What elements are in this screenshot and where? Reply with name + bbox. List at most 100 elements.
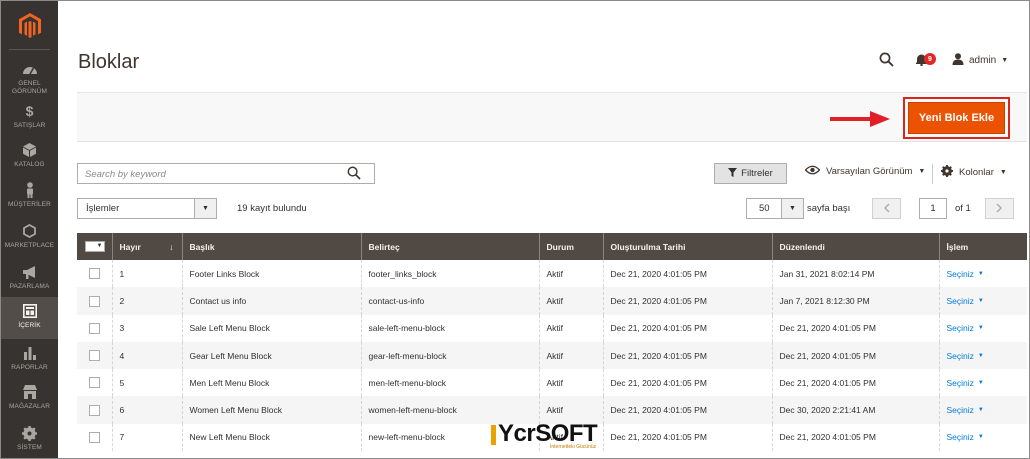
- row-checkbox[interactable]: [89, 295, 100, 307]
- cell-action[interactable]: Seçiniz ▼: [938, 314, 1027, 342]
- row-action-select[interactable]: Seçiniz ▼: [947, 323, 984, 333]
- watermark-tagline: İnternetteki Gücünüz: [550, 444, 597, 450]
- row-checkbox[interactable]: [89, 350, 100, 362]
- row-action-select[interactable]: Seçiniz ▼: [947, 351, 984, 361]
- cell-id: 1: [111, 260, 182, 288]
- cell-created: Dec 21, 2020 4:01:05 PM: [602, 341, 772, 370]
- search-icon[interactable]: [347, 166, 361, 185]
- caret-down-icon: ▼: [977, 270, 984, 277]
- action-label: Seçiniz: [946, 268, 974, 279]
- sidebar-item-marketplace[interactable]: MARKETPLACE: [1, 217, 58, 259]
- add-new-block-button[interactable]: Yeni Blok Ekle: [908, 102, 1005, 134]
- column-header-created[interactable]: Oluşturulma Tarihi: [602, 233, 772, 260]
- magento-logo-icon[interactable]: [1, 1, 58, 50]
- sidebar-item-system[interactable]: SİSTEM: [1, 419, 58, 458]
- row-checkbox[interactable]: [89, 377, 100, 389]
- column-header-status[interactable]: Durum: [538, 233, 603, 260]
- table-row[interactable]: 3 Sale Left Menu Block sale-left-menu-bloc…: [77, 314, 1027, 342]
- chevron-down-icon: ▼: [1001, 57, 1009, 64]
- table-row[interactable]: 4 Gear Left Menu Block gear-left-menu-bloc…: [77, 341, 1027, 370]
- cell-action[interactable]: Seçiniz ▼: [938, 423, 1027, 452]
- table-row[interactable]: 1 Footer Links Block footer_links_block Akt…: [77, 260, 1027, 288]
- hexagon-icon: [23, 223, 36, 239]
- row-select-cell[interactable]: [77, 260, 112, 288]
- table-row[interactable]: 5 Men Left Menu Block men-left-menu-block A…: [77, 369, 1027, 397]
- filters-button[interactable]: Filtreler: [714, 163, 787, 184]
- row-select-cell[interactable]: [77, 369, 112, 397]
- row-checkbox[interactable]: [89, 432, 100, 444]
- row-checkbox[interactable]: [89, 404, 100, 416]
- action-label: Seçiniz: [946, 432, 974, 443]
- search-field[interactable]: [77, 163, 375, 184]
- mass-actions-label: İşlemler: [86, 203, 120, 214]
- column-header-id[interactable]: Hayır ↓: [111, 233, 182, 260]
- view-label: Varsayılan Görünüm: [826, 166, 913, 177]
- next-page-button[interactable]: [985, 198, 1014, 219]
- cell-status: Aktif: [538, 287, 603, 315]
- select-all-checkbox[interactable]: ▼: [85, 240, 105, 252]
- search-icon[interactable]: [879, 52, 894, 72]
- cell-id: 2: [111, 287, 182, 315]
- megaphone-icon: [22, 264, 38, 280]
- row-action-select[interactable]: Seçiniz ▼: [947, 296, 984, 306]
- sidebar-item-dashboard[interactable]: GENEL GÖRÜNÜM: [1, 55, 58, 97]
- view-dropdown[interactable]: Varsayılan Görünüm ▼: [804, 165, 926, 178]
- action-label: Seçiniz: [946, 405, 974, 416]
- cell-action[interactable]: Seçiniz ▼: [938, 341, 1027, 370]
- sidebar-item-catalog[interactable]: KATALOG: [1, 136, 58, 178]
- row-action-select[interactable]: Seçiniz ▼: [947, 269, 984, 279]
- filter-icon: [728, 167, 738, 180]
- action-label: Seçiniz: [946, 295, 974, 306]
- row-select-cell[interactable]: [77, 396, 112, 424]
- chevron-down-icon: ▼: [918, 168, 926, 175]
- row-select-cell[interactable]: [77, 314, 112, 342]
- row-checkbox[interactable]: [89, 322, 100, 334]
- column-header-identifier[interactable]: Belirteç: [360, 233, 539, 260]
- divider: [932, 164, 933, 184]
- mass-actions-select[interactable]: İşlemler ▼: [77, 198, 217, 219]
- content-icon: [22, 303, 37, 319]
- arrow-right-icon: [830, 111, 890, 132]
- row-action-select[interactable]: Seçiniz ▼: [947, 432, 984, 442]
- cell-id: 3: [111, 314, 182, 342]
- cell-status: Aktif: [538, 341, 603, 370]
- row-action-select[interactable]: Seçiniz ▼: [947, 405, 984, 415]
- cell-action[interactable]: Seçiniz ▼: [938, 369, 1027, 397]
- columns-dropdown[interactable]: Kolonlar ▼: [941, 165, 1007, 180]
- cell-title: New Left Menu Block: [181, 423, 361, 452]
- chevron-down-icon[interactable]: ▼: [781, 199, 803, 218]
- previous-page-button[interactable]: [872, 198, 901, 219]
- cell-created: Dec 21, 2020 4:01:05 PM: [602, 314, 772, 342]
- cell-action[interactable]: Seçiniz ▼: [938, 287, 1027, 315]
- cell-created: Dec 21, 2020 4:01:05 PM: [602, 287, 772, 315]
- dashboard-icon: [22, 61, 38, 77]
- sidebar-item-content[interactable]: İÇERİK: [1, 297, 58, 339]
- sidebar-item-marketing[interactable]: PAZARLAMA: [1, 258, 58, 300]
- sidebar-item-label: GENEL GÖRÜNÜM: [11, 80, 47, 95]
- cell-identifier: sale-left-menu-block: [360, 314, 539, 342]
- cell-action[interactable]: Seçiniz ▼: [938, 260, 1027, 288]
- cell-action[interactable]: Seçiniz ▼: [938, 396, 1027, 424]
- select-all-header[interactable]: ▼: [77, 233, 112, 260]
- row-action-select[interactable]: Seçiniz ▼: [947, 378, 984, 388]
- sidebar-item-stores[interactable]: MAĞAZALAR: [1, 378, 58, 420]
- sidebar-item-customers[interactable]: MÜŞTERİLER: [1, 176, 58, 218]
- row-select-cell[interactable]: [77, 423, 112, 452]
- column-header-title[interactable]: Başlık: [181, 233, 361, 260]
- sidebar-item-sales[interactable]: $ SATIŞLAR: [1, 97, 58, 139]
- cell-modified: Dec 21, 2020 4:01:05 PM: [771, 369, 939, 397]
- table-row[interactable]: 2 Contact us info contact-us-info Aktif Dec …: [77, 287, 1027, 315]
- caret-down-icon: ▼: [977, 352, 984, 359]
- row-checkbox[interactable]: [89, 268, 100, 280]
- row-select-cell[interactable]: [77, 287, 112, 315]
- user-menu[interactable]: admin ▼: [952, 53, 1008, 68]
- sidebar-item-reports[interactable]: RAPORLAR: [1, 339, 58, 381]
- notification-badge[interactable]: 9: [924, 53, 936, 65]
- search-input[interactable]: [78, 165, 338, 184]
- chevron-down-icon[interactable]: ▼: [194, 199, 216, 218]
- current-page-input[interactable]: 1: [919, 198, 947, 219]
- cell-status: Aktif: [538, 314, 603, 342]
- column-header-modified[interactable]: Düzenlendi: [771, 233, 939, 260]
- per-page-select[interactable]: 50 ▼: [746, 198, 804, 219]
- row-select-cell[interactable]: [77, 341, 112, 370]
